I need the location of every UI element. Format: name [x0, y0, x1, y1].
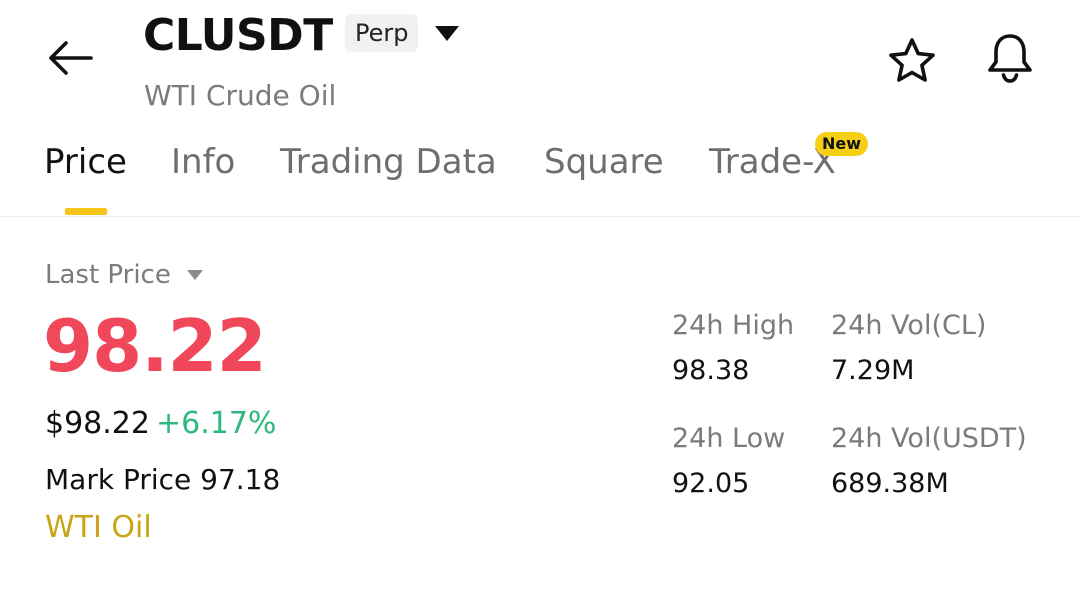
instrument-subtitle: WTI Crude Oil — [144, 79, 337, 112]
arrow-left-icon — [49, 41, 93, 75]
category-tag-link[interactable]: WTI Oil — [45, 508, 152, 548]
vol-quote-24h-value: 689.38M — [831, 468, 949, 499]
symbol-title[interactable]: CLUSDT — [143, 8, 333, 64]
caret-down-icon — [435, 26, 459, 41]
tab-info[interactable]: Info — [171, 140, 235, 184]
mark-price-label: Mark Price — [45, 463, 192, 496]
tab-price[interactable]: Price — [44, 140, 127, 184]
tabs-divider — [0, 216, 1080, 217]
usd-price: $98.22 — [45, 406, 150, 441]
last-price-label: Last Price — [45, 260, 171, 290]
low-24h-label: 24h Low — [672, 423, 786, 454]
tab-trading-data[interactable]: Trading Data — [280, 140, 497, 184]
vol-base-24h-label: 24h Vol(CL) — [831, 310, 987, 341]
last-price-value: 98.22 — [43, 304, 267, 388]
favorite-button[interactable] — [884, 34, 940, 88]
mark-price-line: Mark Price 97.18 — [45, 461, 280, 499]
low-24h-value: 92.05 — [672, 468, 750, 499]
change-percent: +6.17% — [155, 406, 277, 441]
bell-icon — [988, 34, 1032, 83]
vol-quote-24h-label: 24h Vol(USDT) — [831, 423, 1027, 454]
caret-down-icon — [186, 270, 203, 280]
back-button[interactable] — [44, 34, 96, 82]
tab-square[interactable]: Square — [544, 140, 664, 184]
star-icon — [889, 38, 935, 82]
last-price-selector[interactable]: Last Price — [45, 258, 205, 292]
mark-price-value: 97.18 — [200, 463, 281, 496]
symbol-dropdown-button[interactable] — [432, 22, 462, 44]
contract-type-badge: Perp — [345, 14, 419, 52]
new-badge: New — [815, 132, 869, 156]
usd-price-line: $98.22 +6.17% — [45, 404, 276, 444]
price-alert-button[interactable] — [982, 30, 1038, 86]
active-tab-indicator — [65, 208, 107, 215]
vol-base-24h-value: 7.29M — [831, 355, 915, 386]
high-24h-value: 98.38 — [672, 355, 750, 386]
high-24h-label: 24h High — [672, 310, 795, 341]
